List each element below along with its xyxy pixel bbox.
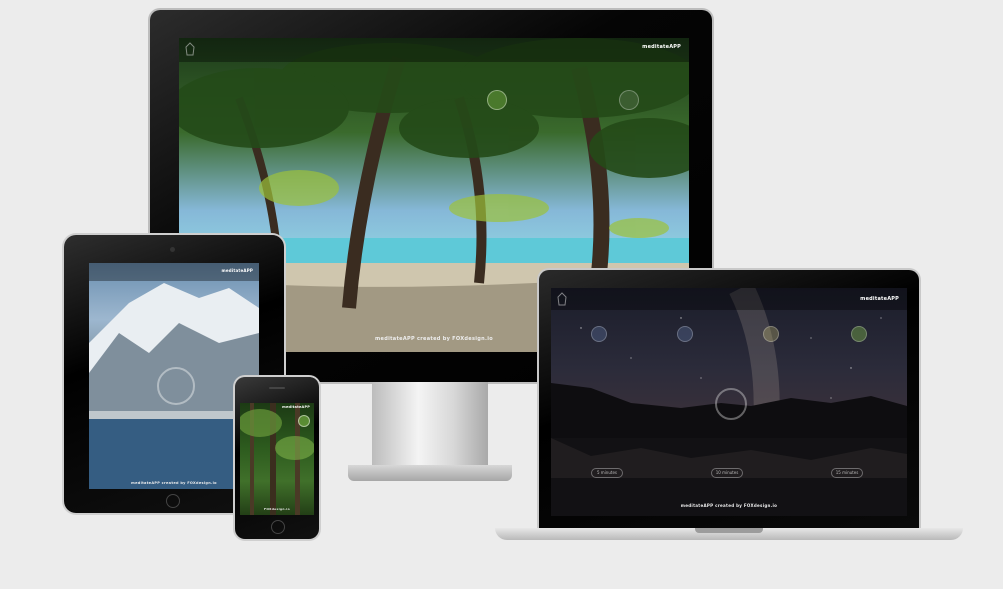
phone-screen: meditateAPP FOXdesign.io (240, 403, 314, 515)
pause-icon[interactable] (715, 388, 747, 420)
phone-speaker (269, 387, 285, 389)
phone-brand[interactable]: meditateAPP (282, 405, 310, 409)
sound-icon[interactable] (619, 90, 639, 110)
laptop-footer: meditateAPP created by FOXdesign.io (680, 503, 778, 508)
tablet-camera (170, 247, 175, 252)
laptop-screen: meditateAPP 5 minutes 10 minutes 15 minu… (551, 288, 907, 516)
tablet-brand[interactable]: meditateAPP (221, 268, 253, 273)
sound-icon[interactable] (677, 326, 693, 342)
phone-device: meditateAPP FOXdesign.io (235, 377, 319, 539)
phone-footer: FOXdesign.io (264, 507, 290, 511)
sound-icon[interactable] (763, 326, 779, 342)
sound-icon[interactable] (487, 90, 507, 110)
monitor-stand-base (348, 465, 512, 481)
duration-button[interactable]: 15 minutes (831, 468, 863, 478)
laptop-device: meditateAPP 5 minutes 10 minutes 15 minu… (495, 270, 963, 546)
tablet-screen: meditateAPP meditateAPP created by FOXde… (89, 263, 259, 489)
duration-button[interactable]: 5 minutes (591, 468, 623, 478)
monitor-nav-bar (179, 38, 689, 62)
sound-icon[interactable] (591, 326, 607, 342)
monitor-brand[interactable]: meditateAPP (642, 44, 681, 50)
logo-icon[interactable] (557, 292, 567, 306)
sound-icon[interactable] (298, 415, 310, 427)
phone-home-button[interactable] (271, 520, 285, 534)
tablet-home-button[interactable] (166, 494, 180, 508)
sound-icon[interactable] (851, 326, 867, 342)
monitor-stand (372, 382, 488, 468)
laptop-nav-bar (551, 288, 907, 310)
duration-button[interactable]: 10 minutes (711, 468, 743, 478)
logo-icon[interactable] (185, 42, 195, 56)
tablet-footer: meditateAPP created by FOXdesign.io (131, 481, 217, 485)
pause-icon[interactable] (157, 367, 195, 405)
laptop-notch (695, 528, 763, 533)
laptop-brand[interactable]: meditateAPP (860, 296, 899, 302)
